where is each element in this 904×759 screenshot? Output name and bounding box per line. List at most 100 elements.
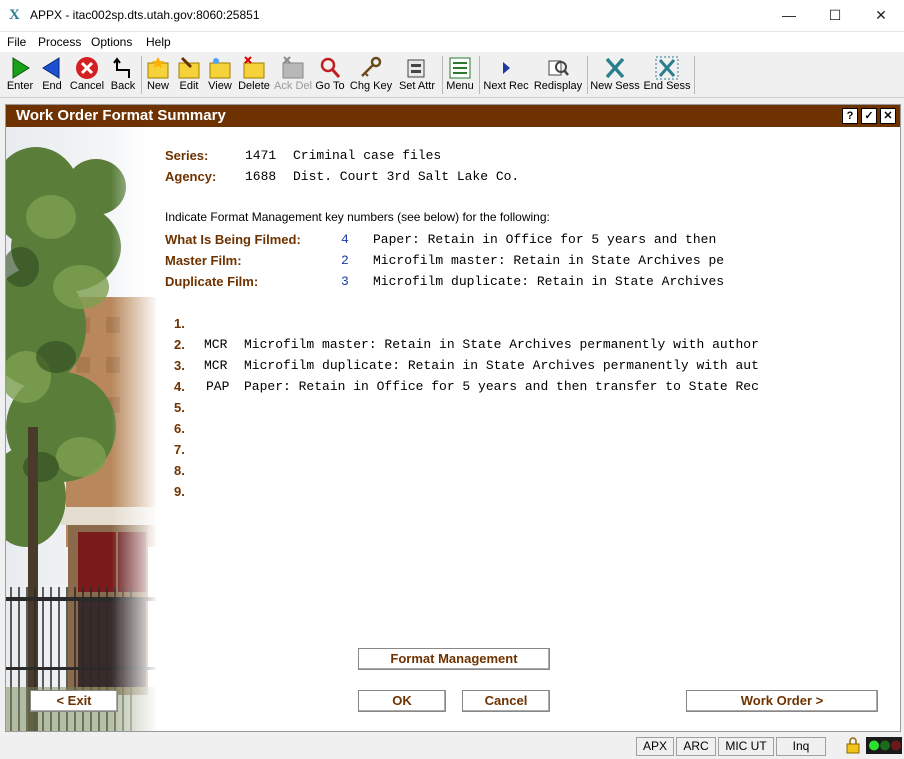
toolbar-separator — [694, 56, 695, 94]
new-session-label: New Sess — [590, 80, 640, 92]
key-number: 4. — [174, 379, 185, 394]
redisplay-icon — [548, 60, 569, 76]
menu-help[interactable]: Help — [146, 35, 171, 49]
back-button[interactable]: Back — [107, 53, 139, 97]
key-description: Paper: Retain in Office for 5 years and … — [244, 379, 759, 394]
ack-delete-icon — [282, 56, 304, 79]
filmed-description: Paper: Retain in Office for 5 years and … — [373, 232, 717, 247]
delete-label: Delete — [238, 80, 270, 92]
menu-file[interactable]: File — [7, 35, 26, 49]
menu-label: Menu — [446, 80, 474, 92]
ok-button[interactable]: OK — [358, 690, 446, 712]
magnifier-icon — [320, 57, 341, 78]
close-icon[interactable]: ✕ — [880, 108, 896, 124]
delete-button[interactable]: Delete — [236, 53, 272, 97]
toolbar-separator — [442, 56, 443, 94]
key-number: 5. — [174, 400, 185, 415]
duplicate-key-field[interactable]: 3 — [341, 274, 349, 289]
master-key-field[interactable]: 2 — [341, 253, 349, 268]
next-rec-button[interactable]: Next Rec — [482, 53, 530, 97]
end-label: End — [42, 80, 62, 92]
form-content: Series: 1471 Criminal case files Agency:… — [156, 127, 900, 731]
new-folder-icon — [147, 57, 169, 79]
view-button[interactable]: View — [205, 53, 235, 97]
red-x-circle-icon — [76, 57, 98, 79]
end-session-label: End Sess — [643, 80, 691, 92]
end-session-button[interactable]: End Sess — [642, 53, 692, 97]
status-bar: APX ARC MIC UT Inq — [0, 735, 904, 756]
chg-key-label: Chg Key — [349, 80, 393, 92]
end-button[interactable]: End — [37, 53, 67, 97]
key-number: 9. — [174, 484, 185, 499]
agency-number: 1688 — [245, 169, 277, 184]
check-icon[interactable]: ✓ — [861, 108, 877, 124]
series-name: Criminal case files — [293, 148, 442, 163]
menu-list-icon — [449, 57, 471, 79]
view-label: View — [208, 80, 232, 92]
duplicate-film-label: Duplicate Film: — [165, 274, 259, 289]
status-apx: APX — [636, 737, 674, 756]
edit-folder-icon — [178, 56, 200, 79]
toolbar-separator — [479, 56, 480, 94]
new-button[interactable]: New — [143, 53, 173, 97]
goto-button[interactable]: Go To — [314, 53, 346, 97]
ack-delete-label: Ack Del — [274, 80, 312, 92]
enter-button[interactable]: Enter — [3, 53, 37, 97]
set-attr-button[interactable]: Set Attr — [396, 53, 438, 97]
menu-button[interactable]: Menu — [444, 53, 476, 97]
status-mode: Inq — [776, 737, 826, 756]
maximize-button[interactable]: ☐ — [812, 0, 858, 31]
connection-lights-icon — [866, 737, 902, 754]
menu-process[interactable]: Process — [38, 35, 81, 49]
key-code: MCR — [204, 358, 228, 373]
status-arc: ARC — [676, 737, 716, 756]
end-session-icon — [655, 56, 679, 80]
redisplay-button[interactable]: Redisplay — [533, 53, 583, 97]
frame-title: Work Order Format Summary — [16, 107, 226, 124]
new-session-icon — [605, 57, 625, 79]
key-number: 6. — [174, 421, 185, 436]
edit-button[interactable]: Edit — [174, 53, 204, 97]
window-title: APPX - itac002sp.dts.utah.gov:8060:25851 — [30, 8, 260, 22]
master-film-label: Master Film: — [165, 253, 242, 268]
set-attr-label: Set Attr — [398, 80, 436, 92]
goto-label: Go To — [315, 80, 345, 92]
work-order-button[interactable]: Work Order > — [686, 690, 878, 712]
cancel-toolbar-button[interactable]: Cancel — [68, 53, 106, 97]
agency-name: Dist. Court 3rd Salt Lake Co. — [293, 169, 520, 184]
close-window-button[interactable]: ✕ — [858, 0, 904, 31]
blue-arrow-left-icon — [42, 57, 60, 79]
chg-key-button[interactable]: Chg Key — [349, 53, 393, 97]
new-label: New — [146, 80, 169, 92]
help-icon[interactable]: ? — [842, 108, 858, 124]
back-arrow-icon — [113, 57, 130, 78]
key-number: 7. — [174, 442, 185, 457]
cancel-button[interactable]: Cancel — [462, 690, 550, 712]
master-description: Microfilm master: Retain in State Archiv… — [373, 253, 725, 268]
key-number: 1. — [174, 316, 185, 331]
key-number: 8. — [174, 463, 185, 478]
set-attr-icon — [407, 59, 425, 78]
key-description: Microfilm master: Retain in State Archiv… — [244, 337, 759, 352]
exit-button[interactable]: < Exit — [30, 690, 118, 712]
instruction-text: Indicate Format Management key numbers (… — [165, 210, 550, 224]
minimize-button[interactable]: — — [766, 0, 812, 31]
filmed-key-field[interactable]: 4 — [341, 232, 349, 247]
key-code: PAP — [206, 379, 230, 394]
lock-icon — [843, 737, 863, 754]
edit-label: Edit — [179, 80, 199, 92]
format-management-button[interactable]: Format Management — [358, 648, 550, 670]
menu-bar: File Process Options Help — [0, 32, 904, 52]
green-arrow-right-icon — [12, 57, 30, 79]
agency-label: Agency: — [165, 169, 217, 184]
view-folder-icon — [209, 58, 231, 79]
window-titlebar: X APPX - itac002sp.dts.utah.gov:8060:258… — [0, 0, 904, 32]
tree-photo — [6, 127, 156, 731]
new-session-button[interactable]: New Sess — [590, 53, 640, 97]
key-number: 2. — [174, 337, 185, 352]
menu-options[interactable]: Options — [91, 35, 132, 49]
key-number: 3. — [174, 358, 185, 373]
back-label: Back — [110, 80, 136, 92]
frame-titlebar: Work Order Format Summary ? ✓ ✕ — [6, 105, 900, 127]
filmed-label: What Is Being Filmed: — [165, 232, 301, 247]
